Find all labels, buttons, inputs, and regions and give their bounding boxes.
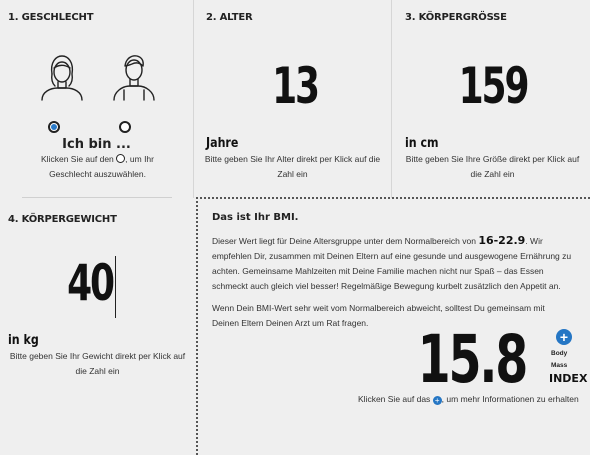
bmi-label-body: Body [551, 350, 568, 357]
bmi-label-index: INDEX [549, 372, 588, 385]
step-label-age: 2. ALTER [206, 12, 253, 23]
bmi-info-button[interactable]: + [556, 329, 572, 345]
bmi-info-hint: Klicken Sie auf das +, um mehr Informati… [358, 392, 588, 407]
female-avatar-icon[interactable] [38, 52, 86, 102]
age-value[interactable]: 13 [248, 56, 342, 116]
bmi-label-mass: Mass [551, 362, 568, 369]
bmi-info-hint-before: Klicken Sie auf das [358, 394, 431, 404]
gender-hint-before: Klicken Sie auf den [41, 154, 114, 164]
age-unit: Jahre [206, 136, 239, 151]
divider-vertical-2 [391, 0, 392, 198]
divider-horizontal [22, 197, 172, 198]
age-hint: Bitte geben Sie Ihr Alter direkt per Kli… [204, 154, 381, 179]
height-hint: Bitte geben Sie Ihre Größe direkt per Kl… [405, 154, 580, 179]
weight-unit: in kg [8, 333, 39, 348]
gender-radio-male[interactable] [119, 121, 131, 133]
bmi-value: 15.8 [417, 321, 529, 398]
divider-vertical-1 [193, 0, 194, 198]
weight-hint: Bitte geben Sie Ihr Gewicht direkt per K… [9, 351, 186, 376]
height-unit: in cm [405, 136, 439, 151]
text-cursor [115, 256, 116, 318]
bmi-para1-before: Dieser Wert liegt für Deine Altersgruppe… [212, 236, 476, 246]
height-value[interactable]: 159 [446, 56, 540, 116]
plus-icon: + [432, 396, 442, 405]
step-label-height: 3. KÖRPERGRÖSSE [405, 12, 507, 23]
weight-value[interactable]: 40 [47, 253, 133, 313]
bmi-info-hint-after: , um mehr Informationen zu erhalten [441, 394, 579, 404]
step-label-gender: 1. GESCHLECHT [8, 12, 94, 23]
gender-hint: Klicken Sie auf den , um Ihr Geschlecht … [20, 152, 175, 182]
gender-heading: Ich bin ... [62, 137, 131, 152]
gender-radio-female[interactable] [48, 121, 60, 133]
bmi-paragraph-1: Dieser Wert liegt für Deine Altersgruppe… [212, 233, 576, 294]
bmi-range: 16-22.9 [478, 234, 526, 247]
bmi-title: Das ist Ihr BMI. [212, 212, 299, 223]
step-label-weight: 4. KÖRPERGEWICHT [8, 214, 117, 225]
radio-circle-icon [116, 154, 126, 163]
male-avatar-icon[interactable] [110, 52, 158, 102]
